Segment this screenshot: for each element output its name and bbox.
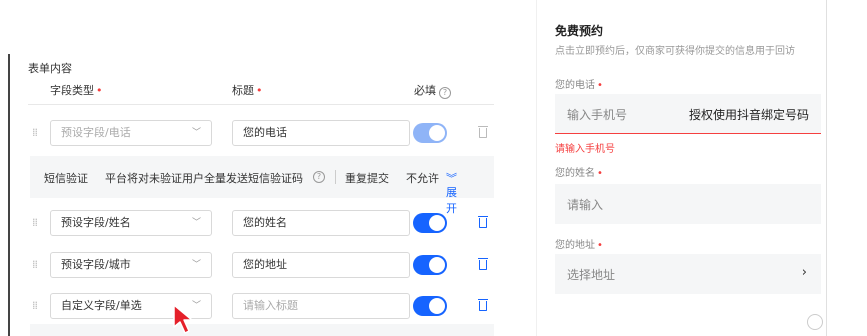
col-title: 标题 • (232, 84, 263, 97)
chevron-right-icon: › (801, 265, 807, 280)
address-label: 您的地址 • (555, 240, 603, 251)
required-toggle[interactable] (413, 255, 447, 275)
section-title: 表单内容 (28, 62, 72, 75)
phone-placeholder: 输入手机号 (567, 108, 628, 122)
required-toggle[interactable] (413, 213, 447, 233)
page: 表单内容 字段类型 • 标题 • 必填? ⁞⁞ 预设字段/电话 ﹀ 您的电话 短信验证… (0, 0, 867, 336)
delete-icon[interactable] (478, 215, 488, 229)
bottom-bar (30, 324, 494, 336)
field-type-select[interactable]: 预设字段/城市 ﹀ (50, 252, 212, 278)
phone-label: 您的电话 • (555, 80, 603, 91)
field-row-custom-radio: ⁞⁞ 自定义字段/单选 ﹀ 请输入标题 (30, 293, 494, 319)
divider (335, 170, 336, 184)
form-preview-panel: 免费预约 点击立即预约后，仅商家可获得你提交的信息用于回访 您的电话 • 输入手机… (536, 0, 827, 336)
phone-error: 请输入手机号 (555, 144, 615, 155)
phone-field[interactable]: 输入手机号 授权使用抖音绑定号码 (555, 94, 821, 134)
sms-label: 短信验证 (44, 172, 88, 185)
field-row-name: ⁞⁞ 预设字段/姓名 ﹀ 您的姓名 (30, 210, 494, 236)
drag-handle-icon[interactable]: ⁞⁞ (32, 299, 38, 312)
chevron-down-icon: ﹀ (191, 260, 201, 270)
field-title-input[interactable]: 您的姓名 (232, 210, 410, 236)
address-placeholder: 选择地址 (567, 268, 616, 282)
required-toggle[interactable] (413, 296, 447, 316)
field-title-input[interactable]: 您的地址 (232, 252, 410, 278)
repeat-submit-value: 不允许 (406, 172, 439, 185)
radio-circle-icon[interactable] (807, 314, 823, 330)
repeat-submit-label: 重复提交 (345, 172, 389, 185)
header-divider (28, 104, 494, 105)
mouse-cursor-icon (173, 304, 193, 334)
name-field[interactable]: 请输入 (555, 184, 821, 224)
name-label: 您的姓名 • (555, 168, 603, 179)
field-row-phone: ⁞⁞ 预设字段/电话 ﹀ 您的电话 (30, 120, 494, 146)
help-icon[interactable]: ? (439, 87, 451, 99)
name-placeholder: 请输入 (567, 198, 604, 212)
sms-desc: 平台将对未验证用户全量发送短信验证码 (105, 172, 303, 185)
col-field-type: 字段类型 • (50, 84, 103, 97)
drag-handle-icon[interactable]: ⁞⁞ (32, 216, 38, 229)
sms-verification-bar: 短信验证 平台将对未验证用户全量发送短信验证码 ? 重复提交 不允许 展开 ︾ (30, 156, 494, 215)
preview-desc: 点击立即预约后，仅商家可获得你提交的信息用于回访 (555, 46, 795, 57)
preview-title: 免费预约 (555, 24, 604, 38)
expand-link[interactable]: 展开 ︾ (446, 170, 457, 215)
delete-icon[interactable] (478, 257, 488, 271)
delete-icon[interactable] (478, 298, 488, 312)
drag-handle-icon[interactable]: ⁞⁞ (32, 126, 38, 139)
col-required: 必填? (414, 82, 451, 99)
left-border-line (8, 54, 10, 336)
authorize-phone-link[interactable]: 授权使用抖音绑定号码 (689, 106, 809, 123)
drag-handle-icon[interactable]: ⁞⁞ (32, 258, 38, 271)
field-title-input[interactable]: 您的电话 (232, 120, 410, 146)
address-field[interactable]: 选择地址 › (555, 254, 821, 294)
sms-help-icon[interactable]: ? (313, 171, 325, 183)
field-title-input[interactable]: 请输入标题 (232, 293, 410, 319)
field-type-select[interactable]: 预设字段/电话 ﹀ (50, 120, 212, 146)
field-row-city: ⁞⁞ 预设字段/城市 ﹀ 您的地址 (30, 252, 494, 278)
delete-icon[interactable] (478, 125, 488, 139)
required-toggle[interactable] (413, 123, 447, 143)
chevron-down-icon: ﹀ (191, 218, 201, 228)
chevron-down-icon: ﹀ (191, 128, 201, 138)
field-type-select[interactable]: 预设字段/姓名 ﹀ (50, 210, 212, 236)
